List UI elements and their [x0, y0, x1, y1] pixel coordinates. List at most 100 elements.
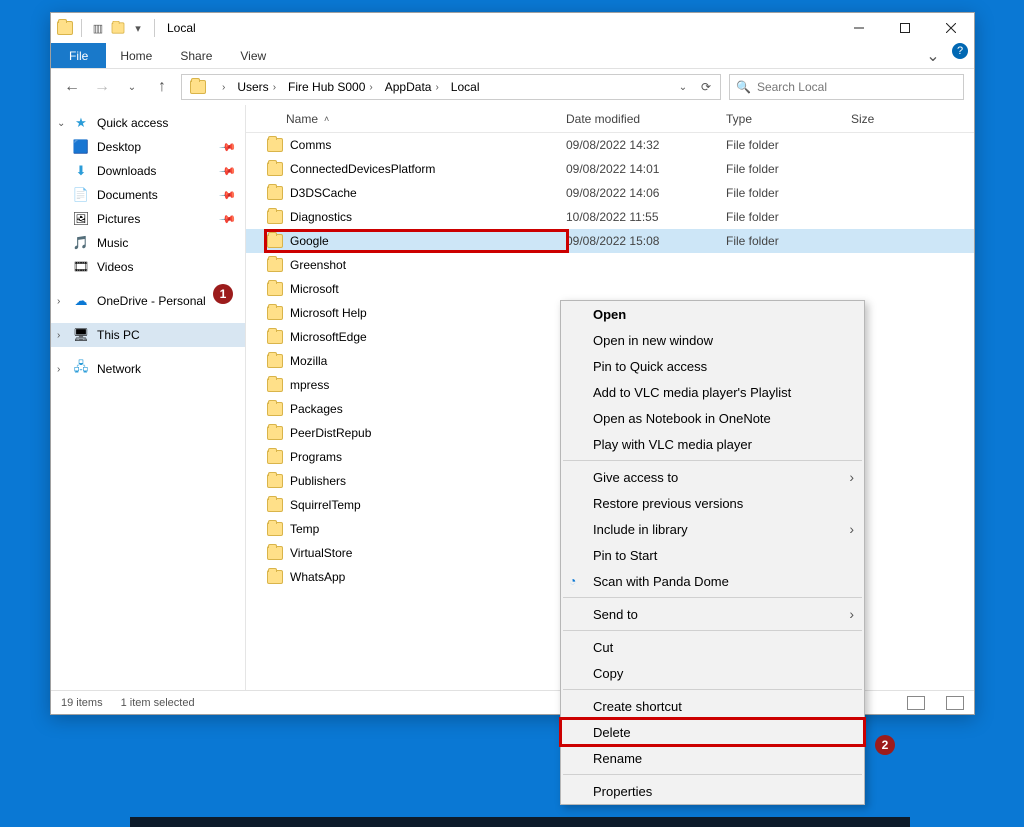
ctx-open[interactable]: Open — [561, 301, 864, 327]
folder-icon — [267, 234, 283, 248]
annotation-badge-2: 2 — [875, 735, 895, 755]
file-row[interactable]: Diagnostics10/08/2022 11:55File folder — [246, 205, 974, 229]
quick-access-icon: ★ — [73, 115, 89, 131]
file-name: PeerDistRepub — [290, 426, 566, 440]
folder-icon — [267, 498, 283, 512]
ctx-copy[interactable]: Copy — [561, 660, 864, 686]
ctx-scan-panda[interactable]: ◔Scan with Panda Dome — [561, 568, 864, 594]
share-tab[interactable]: Share — [166, 43, 226, 68]
window-title: Local — [167, 21, 196, 35]
ctx-open-new-window[interactable]: Open in new window — [561, 327, 864, 353]
file-date: 10/08/2022 11:55 — [566, 210, 726, 224]
ribbon: File Home Share View ⌄ ? — [51, 43, 974, 69]
titlebar: ▥ ▾ Local — [51, 13, 974, 43]
quick-access-group[interactable]: ⌄ ★ Quick access — [51, 111, 245, 135]
address-dropdown-icon[interactable]: ⌄ — [673, 82, 693, 93]
ctx-give-access[interactable]: Give access to — [561, 464, 864, 490]
ribbon-expand-icon[interactable]: ⌄ — [920, 43, 946, 68]
nav-documents[interactable]: 📄Documents📌 — [51, 183, 245, 207]
annotation-badge-1: 1 — [213, 284, 233, 304]
qat-customize-icon[interactable]: ▾ — [130, 20, 146, 36]
folder-icon — [267, 138, 283, 152]
nav-pictures[interactable]: 🖼Pictures📌 — [51, 207, 245, 231]
nav-this-pc[interactable]: ›🖥This PC — [51, 323, 245, 347]
folder-icon — [267, 186, 283, 200]
file-name: Temp — [290, 522, 566, 536]
ctx-properties[interactable]: Properties — [561, 778, 864, 804]
taskbar[interactable] — [130, 817, 910, 827]
file-row[interactable]: D3DSCache09/08/2022 14:06File folder — [246, 181, 974, 205]
folder-icon — [267, 522, 283, 536]
up-button[interactable]: ↑ — [151, 76, 173, 98]
app-icon — [57, 21, 73, 35]
search-icon: 🔍 — [736, 80, 751, 94]
file-row[interactable]: Google09/08/2022 15:08File folder — [246, 229, 974, 253]
home-tab[interactable]: Home — [106, 43, 166, 68]
nav-downloads[interactable]: ⬇Downloads📌 — [51, 159, 245, 183]
file-date: 09/08/2022 14:01 — [566, 162, 726, 176]
file-type: File folder — [726, 210, 851, 224]
file-name: ConnectedDevicesPlatform — [290, 162, 566, 176]
refresh-icon[interactable]: ⟳ — [694, 80, 718, 94]
address-bar-row: ← → ⌄ ↑ › Users› Fire Hub S000› AppData›… — [51, 69, 974, 105]
file-row[interactable]: Greenshot — [246, 253, 974, 277]
help-icon[interactable]: ? — [952, 43, 968, 59]
nav-music[interactable]: 🎵Music — [51, 231, 245, 255]
ctx-delete[interactable]: Delete — [561, 719, 864, 745]
sort-ascending-icon: ˄ — [324, 114, 329, 124]
ctx-pin-start[interactable]: Pin to Start — [561, 542, 864, 568]
breadcrumb: Local — [445, 75, 486, 99]
maximize-button[interactable] — [882, 13, 928, 43]
file-row[interactable]: ConnectedDevicesPlatform09/08/2022 14:01… — [246, 157, 974, 181]
icons-view-icon[interactable] — [946, 696, 964, 710]
folder-icon — [267, 570, 283, 584]
file-row[interactable]: Comms09/08/2022 14:32File folder — [246, 133, 974, 157]
ctx-cut[interactable]: Cut — [561, 634, 864, 660]
ctx-restore-versions[interactable]: Restore previous versions — [561, 490, 864, 516]
file-row[interactable]: Microsoft — [246, 277, 974, 301]
ctx-include-library[interactable]: Include in library — [561, 516, 864, 542]
pin-icon: 📌 — [219, 210, 238, 229]
qat-newfolder-icon[interactable] — [110, 20, 126, 36]
history-dropdown-icon[interactable]: ⌄ — [121, 76, 143, 98]
ctx-add-vlc-playlist[interactable]: Add to VLC media player's Playlist — [561, 379, 864, 405]
pin-icon: 📌 — [219, 162, 238, 181]
qat-properties-icon[interactable]: ▥ — [90, 20, 106, 36]
ctx-create-shortcut[interactable]: Create shortcut — [561, 693, 864, 719]
nav-network[interactable]: ›🖧Network — [51, 357, 245, 381]
folder-icon — [267, 378, 283, 392]
file-name: Diagnostics — [290, 210, 566, 224]
file-name: D3DSCache — [290, 186, 566, 200]
context-menu: Open Open in new window Pin to Quick acc… — [560, 300, 865, 805]
folder-icon — [267, 402, 283, 416]
file-date: 09/08/2022 14:32 — [566, 138, 726, 152]
ctx-open-onenote[interactable]: Open as Notebook in OneNote — [561, 405, 864, 431]
breadcrumb: Users› — [231, 75, 282, 99]
column-headers[interactable]: Name˄ Date modified Type Size — [246, 105, 974, 133]
nav-desktop[interactable]: 🟦Desktop📌 — [51, 135, 245, 159]
forward-button[interactable]: → — [91, 76, 113, 98]
folder-icon — [267, 210, 283, 224]
file-name: WhatsApp — [290, 570, 566, 584]
file-name: Microsoft — [290, 282, 566, 296]
file-type: File folder — [726, 138, 851, 152]
ctx-pin-quick-access[interactable]: Pin to Quick access — [561, 353, 864, 379]
close-button[interactable] — [928, 13, 974, 43]
view-tab[interactable]: View — [226, 43, 280, 68]
file-name: SquirrelTemp — [290, 498, 566, 512]
minimize-button[interactable] — [836, 13, 882, 43]
ctx-rename[interactable]: Rename — [561, 745, 864, 771]
pin-icon: 📌 — [219, 186, 238, 205]
file-name: Google — [290, 234, 566, 248]
file-date: 09/08/2022 14:06 — [566, 186, 726, 200]
item-count: 19 items — [61, 697, 103, 709]
file-name: Programs — [290, 450, 566, 464]
ctx-send-to[interactable]: Send to — [561, 601, 864, 627]
search-input[interactable]: 🔍 Search Local — [729, 74, 964, 100]
file-tab[interactable]: File — [51, 43, 106, 68]
details-view-icon[interactable] — [907, 696, 925, 710]
back-button[interactable]: ← — [61, 76, 83, 98]
address-bar[interactable]: › Users› Fire Hub S000› AppData› Local ⌄… — [181, 74, 721, 100]
ctx-play-vlc[interactable]: Play with VLC media player — [561, 431, 864, 457]
nav-videos[interactable]: 🎞Videos — [51, 255, 245, 279]
